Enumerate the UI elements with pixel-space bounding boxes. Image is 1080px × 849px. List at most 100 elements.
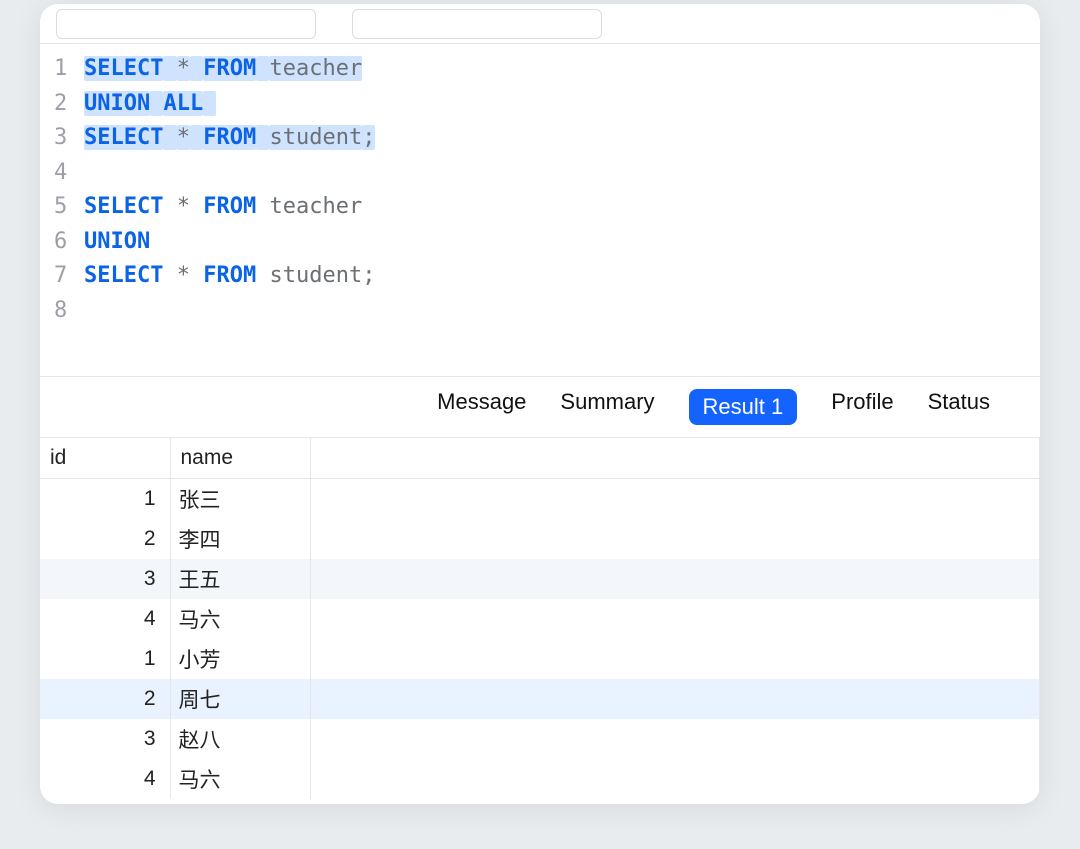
cell-name[interactable]: 王五 bbox=[170, 559, 310, 599]
gutter-line-number: 3 bbox=[54, 121, 84, 156]
code-token bbox=[163, 125, 176, 150]
results-table: idname 1张三2李四3王五4马六1小芳2周七3赵八4马六 bbox=[40, 438, 1040, 799]
cell-name[interactable]: 马六 bbox=[170, 599, 310, 639]
cell-empty bbox=[310, 599, 1040, 639]
code-token: ALL bbox=[163, 91, 203, 116]
code-token bbox=[190, 56, 203, 81]
code-token: * bbox=[177, 56, 190, 81]
cell-empty bbox=[310, 639, 1040, 679]
code-line[interactable]: UNION bbox=[84, 225, 1040, 260]
code-token bbox=[163, 56, 176, 81]
code-token: student bbox=[269, 263, 362, 288]
table-row[interactable]: 2李四 bbox=[40, 519, 1040, 559]
code-token bbox=[203, 91, 216, 116]
cell-id[interactable]: 3 bbox=[40, 719, 170, 759]
results-body: 1张三2李四3王五4马六1小芳2周七3赵八4马六 bbox=[40, 479, 1040, 800]
code-line[interactable]: UNION ALL bbox=[84, 87, 1040, 122]
tab-message[interactable]: Message bbox=[437, 389, 526, 425]
code-line[interactable]: SELECT * FROM student; bbox=[84, 121, 1040, 156]
gutter-line-number: 8 bbox=[54, 294, 84, 329]
cell-empty bbox=[310, 479, 1040, 520]
code-token bbox=[256, 263, 269, 288]
column-header-blank bbox=[310, 438, 1040, 479]
code-token: SELECT bbox=[84, 194, 163, 219]
cell-name[interactable]: 小芳 bbox=[170, 639, 310, 679]
code-line[interactable]: SELECT * FROM student; bbox=[84, 259, 1040, 294]
cell-id[interactable]: 2 bbox=[40, 679, 170, 719]
cell-id[interactable]: 4 bbox=[40, 599, 170, 639]
cell-name[interactable]: 李四 bbox=[170, 519, 310, 559]
code-token bbox=[190, 125, 203, 150]
code-token: SELECT bbox=[84, 125, 163, 150]
tab-profile[interactable]: Profile bbox=[831, 389, 893, 425]
editor-gutter: 12345678 bbox=[40, 52, 84, 328]
code-line[interactable]: SELECT * FROM teacher bbox=[84, 52, 1040, 87]
table-row[interactable]: 3王五 bbox=[40, 559, 1040, 599]
cell-id[interactable]: 1 bbox=[40, 479, 170, 520]
cell-name[interactable]: 周七 bbox=[170, 679, 310, 719]
gutter-line-number: 5 bbox=[54, 190, 84, 225]
cell-id[interactable]: 2 bbox=[40, 519, 170, 559]
code-token: * bbox=[177, 194, 190, 219]
cell-empty bbox=[310, 759, 1040, 799]
code-token bbox=[256, 194, 269, 219]
results-header-row: idname bbox=[40, 438, 1040, 479]
cell-name[interactable]: 张三 bbox=[170, 479, 310, 520]
code-token bbox=[163, 263, 176, 288]
tab-summary[interactable]: Summary bbox=[560, 389, 654, 425]
app-window: 12345678 SELECT * FROM teacherUNION ALL … bbox=[40, 4, 1040, 804]
sql-editor[interactable]: 12345678 SELECT * FROM teacherUNION ALL … bbox=[40, 44, 1040, 328]
code-token: teacher bbox=[269, 56, 362, 81]
code-token: FROM bbox=[203, 56, 256, 81]
code-token: FROM bbox=[203, 194, 256, 219]
column-header-name[interactable]: name bbox=[170, 438, 310, 479]
cell-empty bbox=[310, 559, 1040, 599]
result-panel-tabs: Message Summary Result 1 Profile Status bbox=[40, 377, 1040, 438]
code-token: UNION bbox=[84, 229, 150, 254]
code-token: teacher bbox=[269, 194, 362, 219]
table-row[interactable]: 1张三 bbox=[40, 479, 1040, 520]
cell-id[interactable]: 4 bbox=[40, 759, 170, 799]
editor-code[interactable]: SELECT * FROM teacherUNION ALL SELECT * … bbox=[84, 52, 1040, 328]
cell-empty bbox=[310, 519, 1040, 559]
code-line[interactable] bbox=[84, 156, 1040, 191]
code-token bbox=[150, 91, 163, 116]
table-row[interactable]: 3赵八 bbox=[40, 719, 1040, 759]
tab-result-1[interactable]: Result 1 bbox=[689, 389, 798, 425]
cell-empty bbox=[310, 679, 1040, 719]
code-token bbox=[256, 125, 269, 150]
code-token: FROM bbox=[203, 263, 256, 288]
code-token bbox=[190, 263, 203, 288]
cell-id[interactable]: 1 bbox=[40, 639, 170, 679]
toolbar-selector-2[interactable] bbox=[352, 9, 602, 39]
top-toolbar bbox=[40, 4, 1040, 44]
table-row[interactable]: 1小芳 bbox=[40, 639, 1040, 679]
code-token: * bbox=[177, 263, 190, 288]
code-token: student bbox=[269, 125, 362, 150]
gutter-line-number: 7 bbox=[54, 259, 84, 294]
code-line[interactable]: SELECT * FROM teacher bbox=[84, 190, 1040, 225]
table-row[interactable]: 2周七 bbox=[40, 679, 1040, 719]
code-token bbox=[163, 194, 176, 219]
code-token: UNION bbox=[84, 91, 150, 116]
gutter-line-number: 6 bbox=[54, 225, 84, 260]
gutter-line-number: 4 bbox=[54, 156, 84, 191]
code-token bbox=[256, 56, 269, 81]
code-line[interactable] bbox=[84, 294, 1040, 329]
cell-empty bbox=[310, 719, 1040, 759]
code-token: ; bbox=[362, 125, 375, 150]
cell-id[interactable]: 3 bbox=[40, 559, 170, 599]
tab-status[interactable]: Status bbox=[928, 389, 990, 425]
column-header-id[interactable]: id bbox=[40, 438, 170, 479]
table-row[interactable]: 4马六 bbox=[40, 759, 1040, 799]
cell-name[interactable]: 马六 bbox=[170, 759, 310, 799]
gutter-line-number: 1 bbox=[54, 52, 84, 87]
code-token: FROM bbox=[203, 125, 256, 150]
toolbar-selector-1[interactable] bbox=[56, 9, 316, 39]
code-token: SELECT bbox=[84, 263, 163, 288]
cell-name[interactable]: 赵八 bbox=[170, 719, 310, 759]
code-token bbox=[190, 194, 203, 219]
code-token: * bbox=[177, 125, 190, 150]
table-row[interactable]: 4马六 bbox=[40, 599, 1040, 639]
code-token: ; bbox=[362, 263, 375, 288]
